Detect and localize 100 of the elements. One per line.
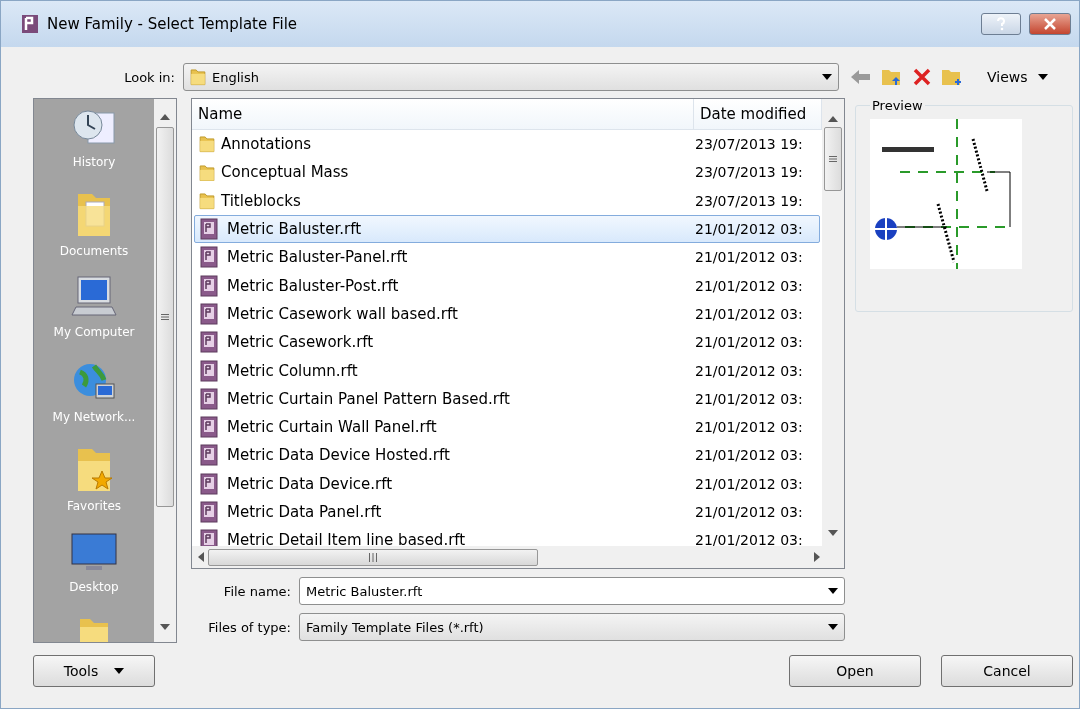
date-modified: 21/01/2012 03: [694,447,804,464]
scroll-arrow-icon[interactable] [828,116,838,122]
file-list-row[interactable]: Metric Column.rft 21/01/2012 03: [194,356,820,385]
file-list-row[interactable]: Metric Casework wall based.rft 21/01/2012 03: [194,299,820,329]
file-name: Metric Baluster-Panel.rft [227,248,408,267]
file-type-label: Files of type: [207,619,291,635]
close-icon [1044,18,1056,30]
file-list-row[interactable]: Metric Baluster-Panel.rft 21/01/2012 03: [194,243,820,272]
folder-icon [199,191,215,210]
file-name: Metric Curtain Panel Pattern Based.rft [227,389,510,408]
scroll-thumb[interactable] [156,127,174,507]
file-list-row[interactable]: Annotations 23/07/2013 19: [194,130,820,159]
date-modified: 23/07/2013 19: [694,192,804,209]
dropdown-arrow-icon [1037,74,1048,80]
computer-icon [70,275,118,319]
grip-icon [161,314,169,320]
date-modified: 21/01/2012 03: [694,390,804,407]
template-file-icon [199,302,221,325]
file-name: Metric Column.rft [227,361,358,380]
delete-icon[interactable] [913,68,931,86]
file-list-row[interactable]: Metric Baluster.rft 21/01/2012 03: [194,214,820,244]
dropdown-arrow-icon [828,588,838,594]
file-type-dropdown[interactable]: Family Template Files (*.rft) [299,613,845,641]
scroll-arrow-icon[interactable] [828,530,838,536]
template-file-icon [199,246,221,269]
template-file-icon [199,387,221,410]
file-list-row[interactable]: Metric Baluster-Post.rft 21/01/2012 03: [194,271,820,300]
close-button[interactable] [1029,13,1071,35]
template-file-icon [199,416,221,439]
scroll-arrow-icon[interactable] [198,552,204,562]
scroll-thumb[interactable] [824,127,842,191]
dropdown-arrow-icon [828,624,838,630]
template-file-icon [199,331,221,354]
file-list-row[interactable]: Titleblocks 23/07/2013 19: [194,186,820,215]
file-name: Metric Detail Item line based.rft [227,531,466,546]
file-list-row[interactable]: Metric Curtain Panel Pattern Based.rft 21/01/2012 03: [194,384,820,413]
help-button[interactable] [981,13,1021,35]
scroll-arrow-icon[interactable] [160,624,170,630]
look-in-label: Look in: [123,69,176,85]
help-icon [996,17,1006,31]
file-name: Metric Baluster.rft [227,220,362,239]
date-modified: 21/01/2012 03: [694,419,804,436]
folder-icon [199,135,215,153]
file-name: Titleblocks [221,191,301,210]
file-name: Annotations [221,135,312,154]
date-modified: 21/01/2012 03: [694,334,804,351]
template-file-icon [199,501,221,523]
file-list-row[interactable]: Metric Data Device.rft 21/01/2012 03: [194,469,820,498]
window-title: New Family - Select Template File [47,15,299,33]
scroll-thumb[interactable] [208,548,538,566]
date-modified: 21/01/2012 03: [694,221,804,238]
file-list-row[interactable]: Metric Data Panel.rft 21/01/2012 03: [194,497,820,527]
grip-icon [369,552,377,562]
file-name: Metric Data Device.rft [227,474,393,493]
date-modified: 23/07/2013 19: [694,164,804,181]
file-name: Metric Curtain Wall Panel.rft [227,418,437,437]
preview-label: Preview [871,98,924,113]
scroll-arrow-icon[interactable] [814,552,820,562]
file-list-row[interactable]: Conceptual Mass 23/07/2013 19: [194,158,820,187]
grip-icon [829,156,837,162]
file-name: Metric Baluster-Post.rft [227,276,399,295]
date-modified: 23/07/2013 19: [694,136,804,153]
app-logo-icon [21,14,39,34]
file-name: Metric Casework wall based.rft [227,304,458,323]
folder-icon [190,68,206,86]
file-list-row[interactable]: Metric Curtain Wall Panel.rft 21/01/2012 03: [194,412,820,442]
file-name: Conceptual Mass [221,163,349,182]
date-modified: 21/01/2012 03: [694,249,804,266]
template-file-icon [199,218,221,241]
date-modified: 21/01/2012 03: [694,362,804,379]
scroll-arrow-icon[interactable] [160,114,170,120]
file-list-row[interactable]: Metric Data Device Hosted.rft 21/01/2012 03: [194,441,820,470]
file-name: Metric Casework.rft [227,333,374,352]
file-name: Metric Data Panel.rft [227,503,382,521]
dropdown-arrow-icon [822,74,832,80]
views-button[interactable]: Views [987,69,1048,85]
look-in-dropdown[interactable]: English [183,63,839,91]
template-file-icon [199,444,221,467]
date-modified: 21/01/2012 03: [694,305,804,322]
new-folder-icon[interactable] [941,67,963,87]
cancel-button[interactable]: Cancel [941,655,1073,687]
open-button[interactable]: Open [789,655,921,687]
template-file-icon [199,529,221,546]
file-name-label: File name: [222,583,291,599]
template-file-icon [199,274,221,297]
folder-up-icon[interactable] [881,67,903,87]
template-file-icon [199,472,221,495]
name-column-header[interactable]: Name [192,99,694,129]
date-modified: 21/01/2012 03: [694,504,804,520]
tools-button[interactable]: Tools [33,655,155,687]
file-name: Metric Data Device Hosted.rft [227,446,450,465]
date-modified: 21/01/2012 03: [694,532,804,546]
folder-icon [199,163,215,182]
date-modified: 21/01/2012 03: [694,277,804,294]
file-name-field[interactable]: Metric Baluster.rft [299,577,845,605]
date-modified: 21/01/2012 03: [694,475,804,492]
back-arrow-icon[interactable] [851,69,871,85]
dropdown-arrow-icon [114,668,125,674]
template-file-icon [199,359,221,382]
file-list-row[interactable]: Metric Casework.rft 21/01/2012 03: [194,328,820,357]
